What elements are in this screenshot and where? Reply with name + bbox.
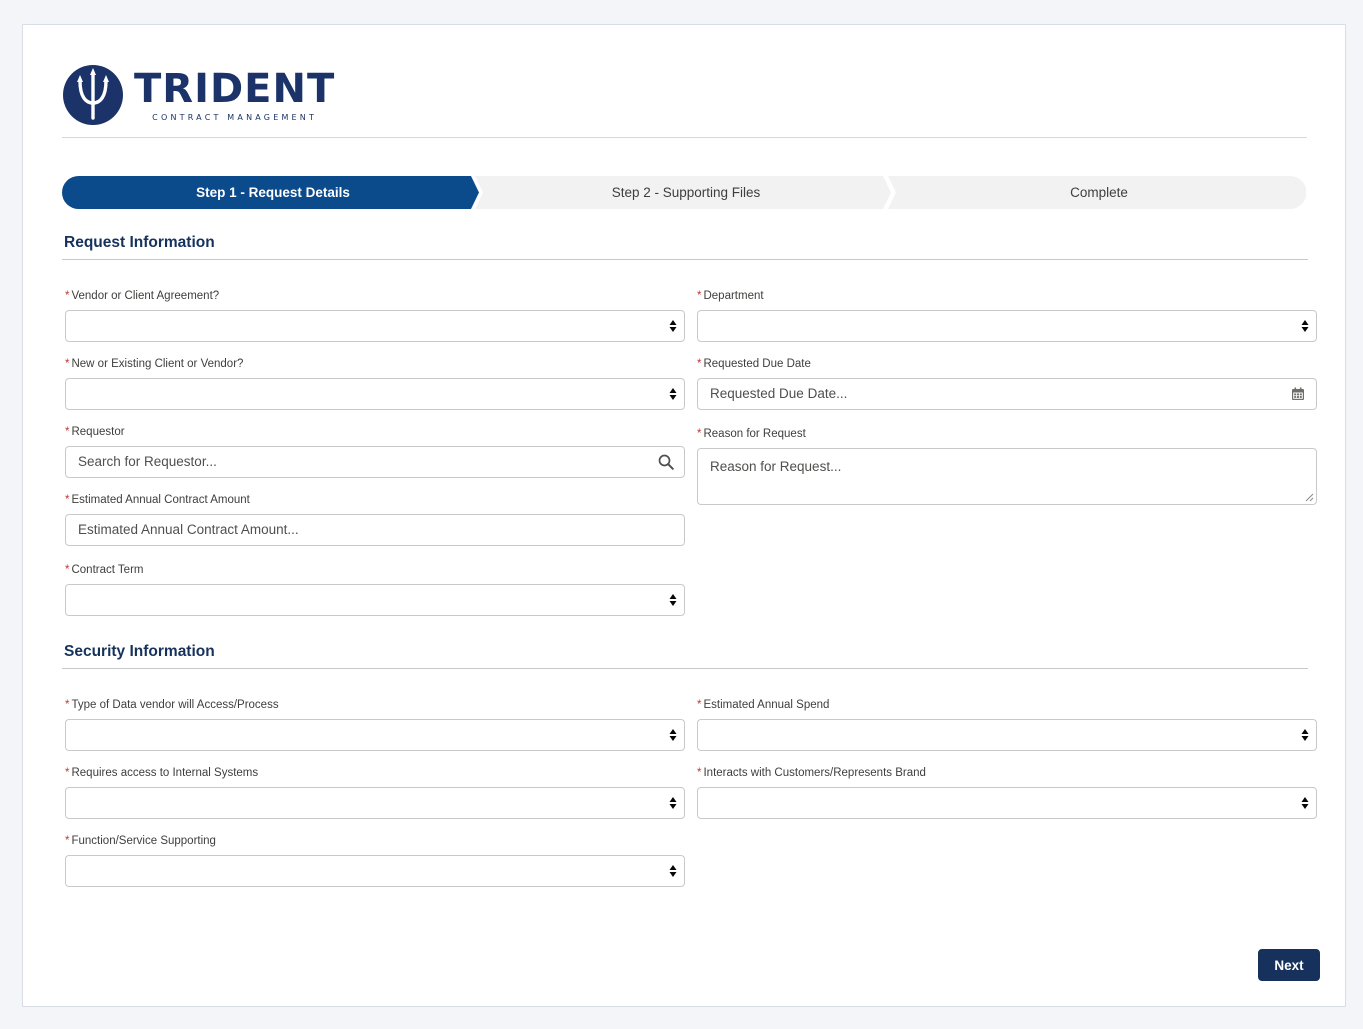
field-new-existing: * New or Existing Client or Vendor?: [65, 356, 685, 410]
progress-path: Step 1 - Request Details Step 2 - Suppor…: [62, 176, 1306, 209]
field-reason-for-request: * Reason for Request Reason for Request..…: [697, 426, 1317, 505]
field-label: Reason for Request: [703, 428, 806, 440]
field-annual-spend: * Estimated Annual Spend: [697, 697, 1317, 751]
resize-handle-icon[interactable]: [1305, 493, 1314, 502]
search-icon[interactable]: [658, 454, 674, 470]
path-step-2[interactable]: Step 2 - Supporting Files: [480, 176, 892, 209]
brand-name: TRIDENT: [134, 65, 336, 112]
header-divider: [62, 137, 1307, 138]
field-contract-term: * Contract Term: [65, 562, 685, 616]
path-step-3[interactable]: Complete: [892, 176, 1306, 209]
department-select[interactable]: [697, 310, 1317, 342]
field-vendor-client-agreement: * Vendor or Client Agreement?: [65, 288, 685, 342]
field-function-service: * Function/Service Supporting: [65, 833, 685, 887]
field-label: Contract Term: [71, 564, 144, 576]
annual-contract-amount-placeholder: Estimated Annual Contract Amount...: [78, 522, 299, 537]
field-interacts-customers: * Interacts with Customers/Represents Bra…: [697, 765, 1317, 819]
path-step-1[interactable]: Step 1 - Request Details: [62, 176, 484, 209]
field-label: Requires access to Internal Systems: [71, 767, 259, 779]
annual-contract-amount-input[interactable]: Estimated Annual Contract Amount...: [65, 514, 685, 546]
updown-arrows-icon: [669, 797, 677, 809]
requestor-placeholder: Search for Requestor...: [78, 454, 217, 469]
field-label: Interacts with Customers/Represents Bran…: [703, 767, 926, 779]
internal-systems-select[interactable]: [65, 787, 685, 819]
new-existing-select[interactable]: [65, 378, 685, 410]
updown-arrows-icon: [669, 729, 677, 741]
vendor-client-agreement-select[interactable]: [65, 310, 685, 342]
section-title-security: Security Information: [64, 643, 215, 660]
updown-arrows-icon: [1301, 797, 1309, 809]
calendar-icon[interactable]: [1290, 386, 1306, 402]
section-divider-security: [62, 668, 1308, 669]
reason-placeholder: Reason for Request...: [710, 459, 842, 474]
field-annual-contract-amount: * Estimated Annual Contract Amount Estima…: [65, 492, 685, 546]
field-department: * Department: [697, 288, 1317, 342]
field-label: Estimated Annual Spend: [703, 699, 830, 711]
function-service-select[interactable]: [65, 855, 685, 887]
field-label: Department: [703, 290, 764, 302]
requested-due-date-input[interactable]: Requested Due Date...: [697, 378, 1317, 410]
field-requested-due-date: * Requested Due Date Requested Due Date..…: [697, 356, 1317, 410]
field-requestor: * Requestor Search for Requestor...: [65, 424, 685, 478]
form-card: TRIDENT CONTRACT MANAGEMENT Step 1 - Req…: [22, 24, 1346, 1007]
field-data-type: * Type of Data vendor will Access/Process: [65, 697, 685, 751]
field-label: Function/Service Supporting: [71, 835, 216, 847]
field-label: Requestor: [71, 426, 125, 438]
field-label: Estimated Annual Contract Amount: [71, 494, 250, 506]
section-title-request: Request Information: [64, 234, 215, 251]
updown-arrows-icon: [1301, 320, 1309, 332]
field-label: Type of Data vendor will Access/Process: [71, 699, 279, 711]
updown-arrows-icon: [669, 388, 677, 400]
updown-arrows-icon: [669, 594, 677, 606]
updown-arrows-icon: [669, 865, 677, 877]
trident-icon: [63, 65, 123, 125]
brand-tagline: CONTRACT MANAGEMENT: [152, 112, 318, 122]
section-divider-request: [62, 259, 1308, 260]
annual-spend-select[interactable]: [697, 719, 1317, 751]
updown-arrows-icon: [669, 320, 677, 332]
field-label: Vendor or Client Agreement?: [71, 290, 220, 302]
interacts-customers-select[interactable]: [697, 787, 1317, 819]
reason-for-request-textarea[interactable]: Reason for Request...: [697, 448, 1317, 505]
requested-due-date-placeholder: Requested Due Date...: [710, 386, 848, 401]
contract-term-select[interactable]: [65, 584, 685, 616]
updown-arrows-icon: [1301, 729, 1309, 741]
requestor-search-input[interactable]: Search for Requestor...: [65, 446, 685, 478]
field-internal-systems: * Requires access to Internal Systems: [65, 765, 685, 819]
brand-logo: TRIDENT CONTRACT MANAGEMENT: [62, 64, 335, 126]
data-type-select[interactable]: [65, 719, 685, 751]
field-label: New or Existing Client or Vendor?: [71, 358, 244, 370]
field-label: Requested Due Date: [703, 358, 811, 370]
next-button[interactable]: Next: [1258, 949, 1320, 981]
